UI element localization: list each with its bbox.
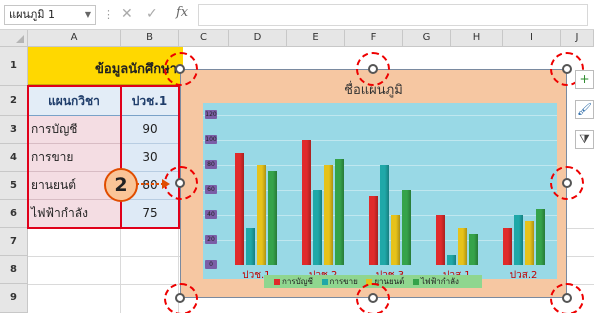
chart-bar[interactable]: [524, 221, 534, 265]
select-all-button[interactable]: [0, 30, 28, 47]
chart-bar[interactable]: [435, 215, 445, 265]
row-header-5[interactable]: 5: [0, 172, 28, 200]
chart-bar[interactable]: [246, 227, 256, 265]
chart-bar[interactable]: [457, 227, 467, 265]
chart-bar[interactable]: [446, 255, 456, 265]
callout-arrow-icon: [136, 179, 170, 189]
name-box[interactable]: แผนภูมิ 1 ▼: [4, 5, 96, 25]
chart-bar[interactable]: [268, 171, 278, 265]
row-header-7[interactable]: 7: [0, 228, 28, 256]
chart-bar[interactable]: [391, 215, 400, 265]
grid-line: [120, 228, 121, 313]
highlight-circle: [164, 52, 198, 86]
step-callout-badge: 2: [104, 168, 138, 202]
column-header-a[interactable]: A: [28, 30, 121, 47]
y-tick-label: 120: [205, 110, 217, 119]
column-header-d[interactable]: D: [229, 30, 287, 47]
chart-gridline: [203, 140, 557, 141]
y-tick-label: 40: [205, 210, 217, 219]
column-header-b[interactable]: B: [121, 30, 179, 47]
row-header-8[interactable]: 8: [0, 256, 28, 284]
chart-bar[interactable]: [402, 190, 411, 265]
y-tick-label: 20: [205, 235, 217, 244]
chart-bar[interactable]: [468, 233, 478, 265]
insert-function-button[interactable]: fx: [176, 5, 188, 20]
source-range-selection: [120, 85, 180, 229]
highlight-circle: [356, 283, 390, 313]
formula-bar: แผนภูมิ 1 ▼ ⋮ ✕ ✓ fx: [0, 0, 594, 30]
chart-bar[interactable]: [302, 140, 312, 265]
chart-bar[interactable]: [513, 215, 523, 265]
chevron-down-icon[interactable]: ▼: [85, 6, 91, 24]
chart-bar[interactable]: [535, 208, 545, 265]
chart-gridline: [203, 115, 557, 116]
row-header-4[interactable]: 4: [0, 144, 28, 172]
highlight-circle: [550, 283, 584, 313]
enter-icon[interactable]: ✓: [146, 6, 158, 22]
legend-swatch: [412, 278, 419, 285]
cancel-icon[interactable]: ✕: [121, 6, 133, 22]
legend-swatch: [274, 278, 280, 285]
chart-bar[interactable]: [235, 152, 245, 265]
row-header-2[interactable]: 2: [0, 86, 28, 116]
row-header-6[interactable]: 6: [0, 200, 28, 228]
legend-swatch: [321, 278, 328, 285]
row-header-3[interactable]: 3: [0, 116, 28, 144]
y-tick-label: 80: [205, 160, 217, 169]
row-header-9[interactable]: 9: [0, 284, 28, 313]
y-tick-label: 100: [205, 135, 217, 144]
legend-item: การบัญชี: [282, 277, 313, 286]
column-header-j[interactable]: J: [561, 30, 594, 47]
highlight-circle: [550, 166, 584, 200]
separator-icon: ⋮: [103, 8, 114, 21]
chart-bar[interactable]: [369, 196, 378, 265]
legend-item: ไฟฟ้ากำลัง: [420, 277, 459, 286]
formula-input[interactable]: [198, 4, 588, 26]
chart-bar[interactable]: [502, 227, 512, 265]
legend-item: การขาย: [329, 277, 358, 286]
chart-bar[interactable]: [324, 165, 334, 265]
column-header-c[interactable]: C: [179, 30, 229, 47]
column-header-f[interactable]: F: [345, 30, 403, 47]
y-tick-label: 60: [205, 185, 217, 194]
highlight-circle: [356, 52, 390, 86]
column-header-e[interactable]: E: [287, 30, 345, 47]
excel-window: แผนภูมิ 1 ▼ ⋮ ✕ ✓ fx A B C D E F G H I J…: [0, 0, 594, 313]
chart-bar[interactable]: [380, 165, 389, 265]
y-tick-label: 0: [205, 260, 217, 269]
row-header-1[interactable]: 1: [0, 47, 28, 86]
chart-area[interactable]: ชื่อแผนภูมิ 020406080100120ปวช.1ปวช.2ปวช…: [180, 69, 567, 298]
chart-filter-button[interactable]: ⧩: [575, 130, 594, 149]
source-range-selection: [27, 85, 122, 229]
x-tick-label: ปวส.2: [509, 270, 538, 281]
chart-bar[interactable]: [257, 165, 267, 265]
column-header-i[interactable]: I: [503, 30, 561, 47]
column-header-g[interactable]: G: [403, 30, 451, 47]
chart-elements-button[interactable]: +: [575, 70, 594, 89]
chart-styles-button[interactable]: 🖌: [575, 100, 594, 119]
table-title-cell[interactable]: ข้อมูลนักศึกษา: [28, 47, 183, 85]
column-header-h[interactable]: H: [451, 30, 503, 47]
plot-area[interactable]: 020406080100120ปวช.1ปวช.2ปวช.3ปวส.1ปวส.2: [203, 103, 557, 281]
chart-bar[interactable]: [313, 190, 323, 265]
highlight-circle: [164, 283, 198, 313]
chart-bar[interactable]: [335, 158, 345, 265]
name-box-value: แผนภูมิ 1: [9, 8, 56, 21]
